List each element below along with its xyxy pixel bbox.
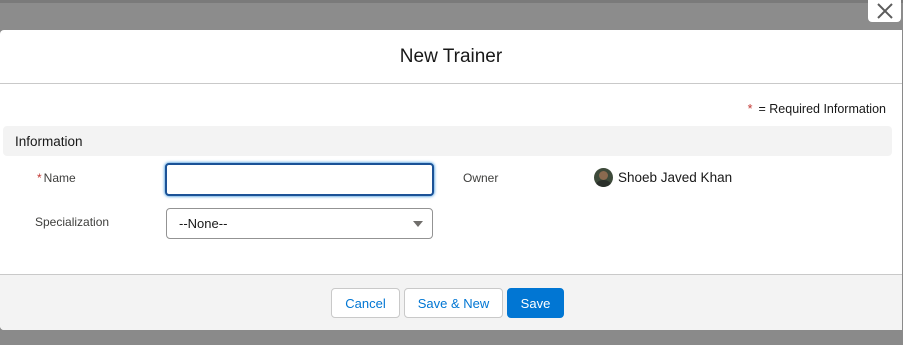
required-star: * <box>747 102 753 116</box>
new-record-modal: New Trainer * = Required Information Info… <box>0 30 902 330</box>
section-header-information[interactable]: Information <box>3 126 892 156</box>
specialization-field-label: Specialization <box>35 215 110 229</box>
chevron-down-icon <box>413 221 423 227</box>
avatar <box>594 168 613 187</box>
specialization-selected-value: --None-- <box>179 216 228 231</box>
required-information-text: = Required Information <box>758 102 886 116</box>
owner-name[interactable]: Shoeb Javed Khan <box>618 170 732 185</box>
name-input[interactable] <box>165 163 434 196</box>
page-backdrop-bottom <box>0 330 903 345</box>
save-button[interactable]: Save <box>507 288 564 318</box>
owner-value: Shoeb Javed Khan <box>594 168 732 187</box>
name-field-label: * Name <box>37 171 76 185</box>
required-information-legend: * = Required Information <box>748 102 886 116</box>
close-modal-button[interactable] <box>868 0 901 22</box>
close-icon <box>876 3 893 19</box>
specialization-select[interactable]: --None-- <box>166 208 433 239</box>
cancel-button[interactable]: Cancel <box>331 288 400 318</box>
required-star: * <box>37 171 42 185</box>
modal-header: New Trainer <box>0 30 902 84</box>
modal-title: New Trainer <box>399 45 503 67</box>
name-label-text: Name <box>43 171 76 185</box>
page-backdrop-top <box>0 0 903 30</box>
section-title: Information <box>15 133 83 149</box>
modal-footer: Cancel Save & New Save <box>0 274 902 330</box>
owner-field-label: Owner <box>463 171 499 185</box>
save-and-new-button[interactable]: Save & New <box>404 288 503 318</box>
